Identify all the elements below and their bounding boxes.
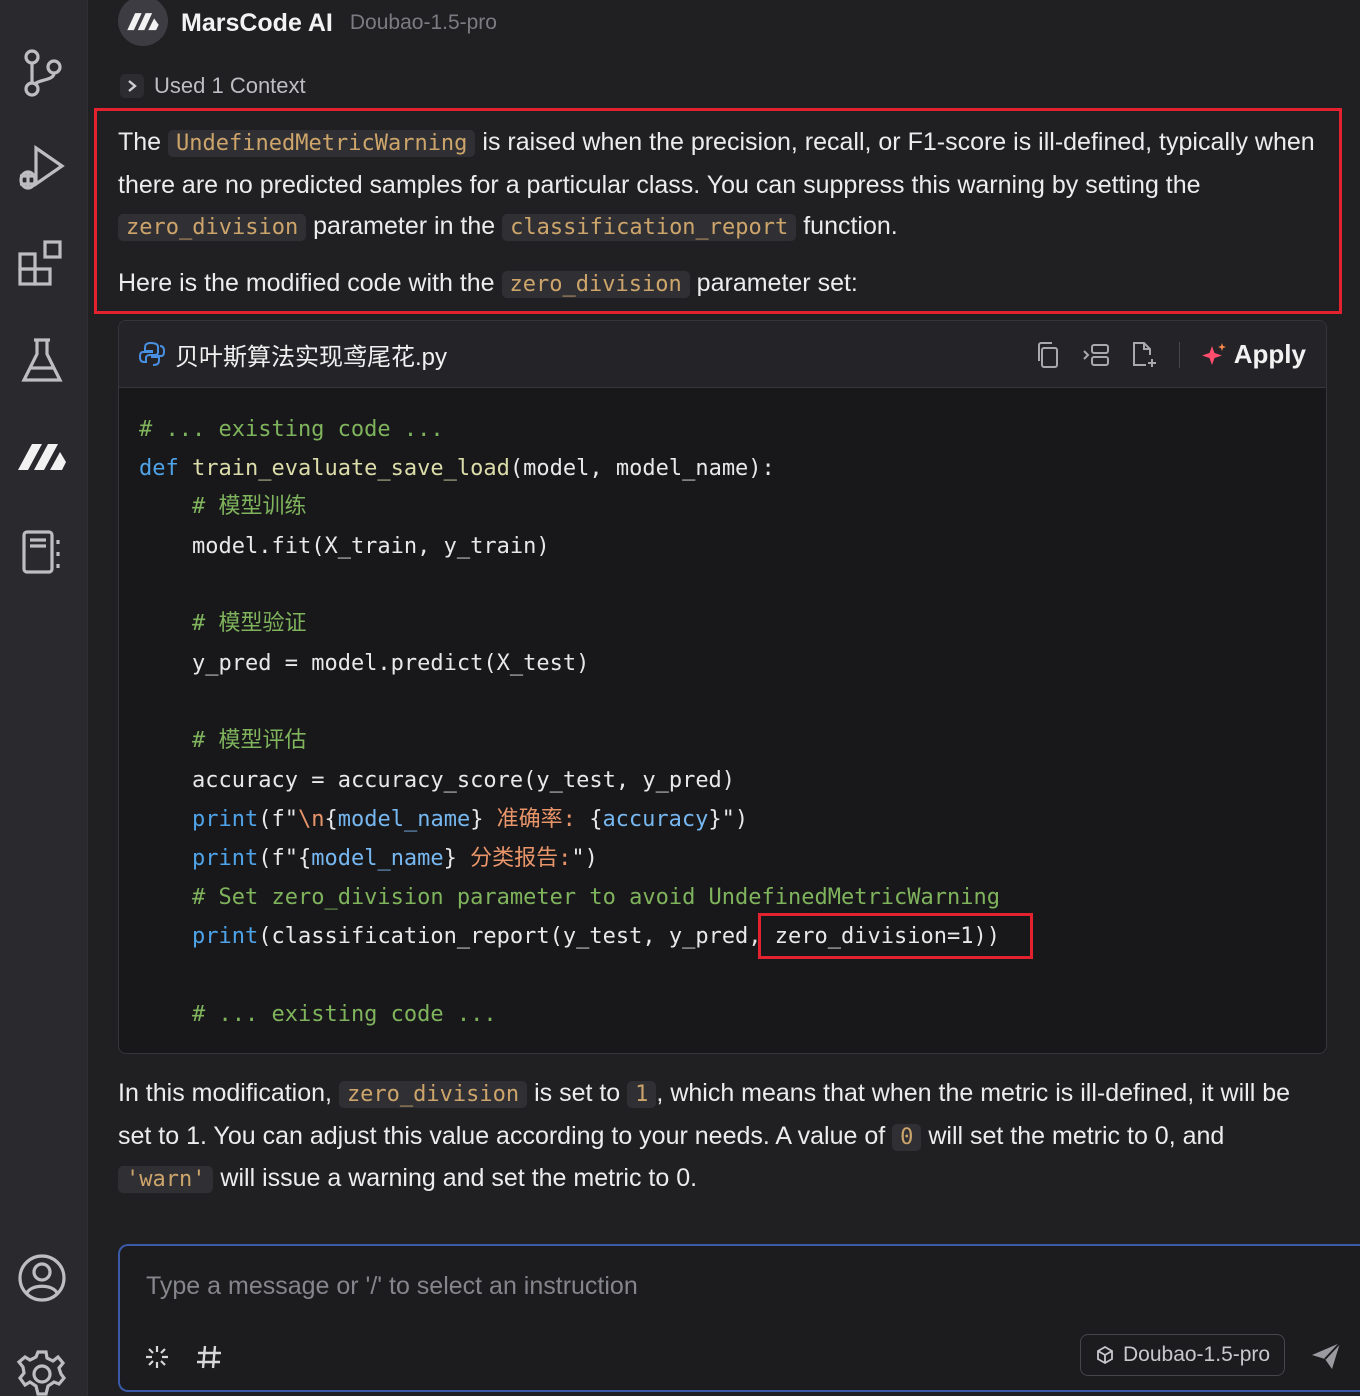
code-token: \n <box>297 807 325 832</box>
text: will issue a warning and set the metric … <box>213 1164 698 1192</box>
code-token: (f"{ <box>258 846 312 871</box>
model-name: Doubao-1.5-pro <box>349 11 497 34</box>
code-content: # ... existing code ... def train_evalua… <box>139 407 1000 1027</box>
code-token: } <box>470 807 484 832</box>
marscode-icon[interactable] <box>14 428 70 484</box>
text: parameter set: <box>689 269 858 297</box>
text: In this modification, <box>118 1079 339 1107</box>
testing-flask-icon[interactable] <box>14 332 70 388</box>
instruction-sparkle-icon[interactable] <box>142 1342 172 1372</box>
text: Here is the modified code with the <box>118 269 502 297</box>
python-file-icon <box>139 341 165 366</box>
new-file-icon[interactable] <box>1129 340 1159 370</box>
message-paragraph-1: The UndefinedMetricWarning is raised whe… <box>118 122 1326 249</box>
inline-code: zero_division <box>501 271 690 298</box>
apply-label: Apply <box>1233 339 1306 369</box>
toolbar-separator <box>1178 341 1180 368</box>
message-paragraph-3: In this modification, zero_division is s… <box>118 1073 1326 1201</box>
insert-code-icon[interactable] <box>1081 340 1111 370</box>
copy-icon[interactable] <box>1033 340 1063 370</box>
code-token: { <box>324 807 338 832</box>
annotation-highlight-box <box>758 913 1033 959</box>
chat-panel: MarsCode AI Doubao-1.5-pro Used 1 Contex… <box>88 0 1360 1396</box>
context-label: Used 1 Context <box>154 73 306 98</box>
code-token: ") <box>571 846 598 871</box>
code-line: y_pred = model.predict(X_test) <box>192 651 590 676</box>
text: is set to <box>527 1079 628 1107</box>
hash-icon[interactable] <box>194 1342 224 1372</box>
code-line: # 模型评估 <box>192 728 307 753</box>
code-line: print(f"{model_name} 分类报告:") <box>192 844 598 874</box>
code-token: accuracy <box>602 807 709 832</box>
text: parameter in the <box>306 212 503 240</box>
code-line: # 模型验证 <box>192 611 307 636</box>
message-input[interactable] <box>146 1268 1296 1304</box>
cube-icon <box>1097 1345 1113 1365</box>
account-icon[interactable] <box>14 1250 70 1306</box>
code-toolbar: Apply <box>1015 321 1306 388</box>
code-line: # 模型训练 <box>192 494 307 519</box>
send-icon <box>1312 1342 1341 1369</box>
model-selector-label: Doubao-1.5-pro <box>1123 1343 1271 1366</box>
text: will set the metric to 0, and <box>921 1121 1225 1150</box>
code-token: }") <box>708 807 749 832</box>
activity-bar <box>0 0 88 1396</box>
text: The <box>118 128 169 156</box>
settings-icon[interactable] <box>14 1346 70 1396</box>
marscode-logo-icon <box>127 13 159 31</box>
code-token: 准确率: <box>483 807 590 832</box>
context-toggle[interactable]: Used 1 Context <box>120 70 306 102</box>
code-line: # ... existing code ... <box>139 417 444 442</box>
code-line: # ... existing code ... <box>192 1002 497 1027</box>
run-debug-icon[interactable] <box>14 140 70 196</box>
extensions-icon[interactable] <box>14 236 70 292</box>
code-token: (model, model_name): <box>509 456 775 481</box>
code-token: (f" <box>258 807 298 832</box>
inline-code: classification_report <box>502 214 797 241</box>
code-file-name: 贝叶斯算法实现鸢尾花.py <box>175 343 448 371</box>
code-line: accuracy = accuracy_score(y_test, y_pred… <box>192 768 736 793</box>
code-token: print <box>192 807 259 832</box>
apply-button[interactable]: Apply <box>1201 339 1306 370</box>
code-token: 分类报告: <box>456 846 572 871</box>
code-block: 贝叶斯算法实现鸢尾花.py Apply # ... existing code … <box>118 320 1327 1054</box>
code-line: # Set zero_division parameter to avoid U… <box>192 885 1000 910</box>
code-token: train_evaluate_save_load <box>192 456 510 481</box>
inline-code: zero_division <box>118 214 307 241</box>
code-block-header: 贝叶斯算法实现鸢尾花.py Apply <box>119 321 1326 388</box>
code-line: print(f"\n{model_name} 准确率: {accuracy}") <box>192 805 748 835</box>
model-selector[interactable]: Doubao-1.5-pro <box>1080 1334 1286 1376</box>
code-token: print <box>192 924 259 949</box>
inline-code: 'warn' <box>118 1166 214 1193</box>
inline-code: 1 <box>627 1081 657 1108</box>
chat-input-box: Doubao-1.5-pro <box>118 1244 1360 1392</box>
inline-code: zero_division <box>338 1081 528 1108</box>
code-line: model.fit(X_train, y_train) <box>192 534 550 559</box>
sparkle-icon <box>1201 342 1226 365</box>
code-token: } <box>443 846 457 871</box>
code-token: { <box>589 807 603 832</box>
code-token: def <box>139 456 179 481</box>
message-paragraph-2: Here is the modified code with the zero_… <box>118 263 1326 306</box>
code-line: def train_evaluate_save_load(model, mode… <box>139 454 775 484</box>
source-control-icon[interactable] <box>14 45 70 101</box>
chat-header: MarsCode AI Doubao-1.5-pro <box>118 0 497 46</box>
code-token: model_name <box>337 807 471 832</box>
marscode-avatar <box>118 0 168 46</box>
inline-code: 0 <box>892 1123 922 1151</box>
chevron-right-icon <box>120 74 144 98</box>
notebook-icon[interactable] <box>14 524 70 580</box>
code-token: model_name <box>311 846 444 871</box>
agent-name: MarsCode AI <box>181 8 333 37</box>
text: function. <box>796 212 898 240</box>
code-token: print <box>192 846 259 871</box>
send-button[interactable] <box>1308 1338 1344 1374</box>
inline-code: UndefinedMetricWarning <box>168 130 476 157</box>
